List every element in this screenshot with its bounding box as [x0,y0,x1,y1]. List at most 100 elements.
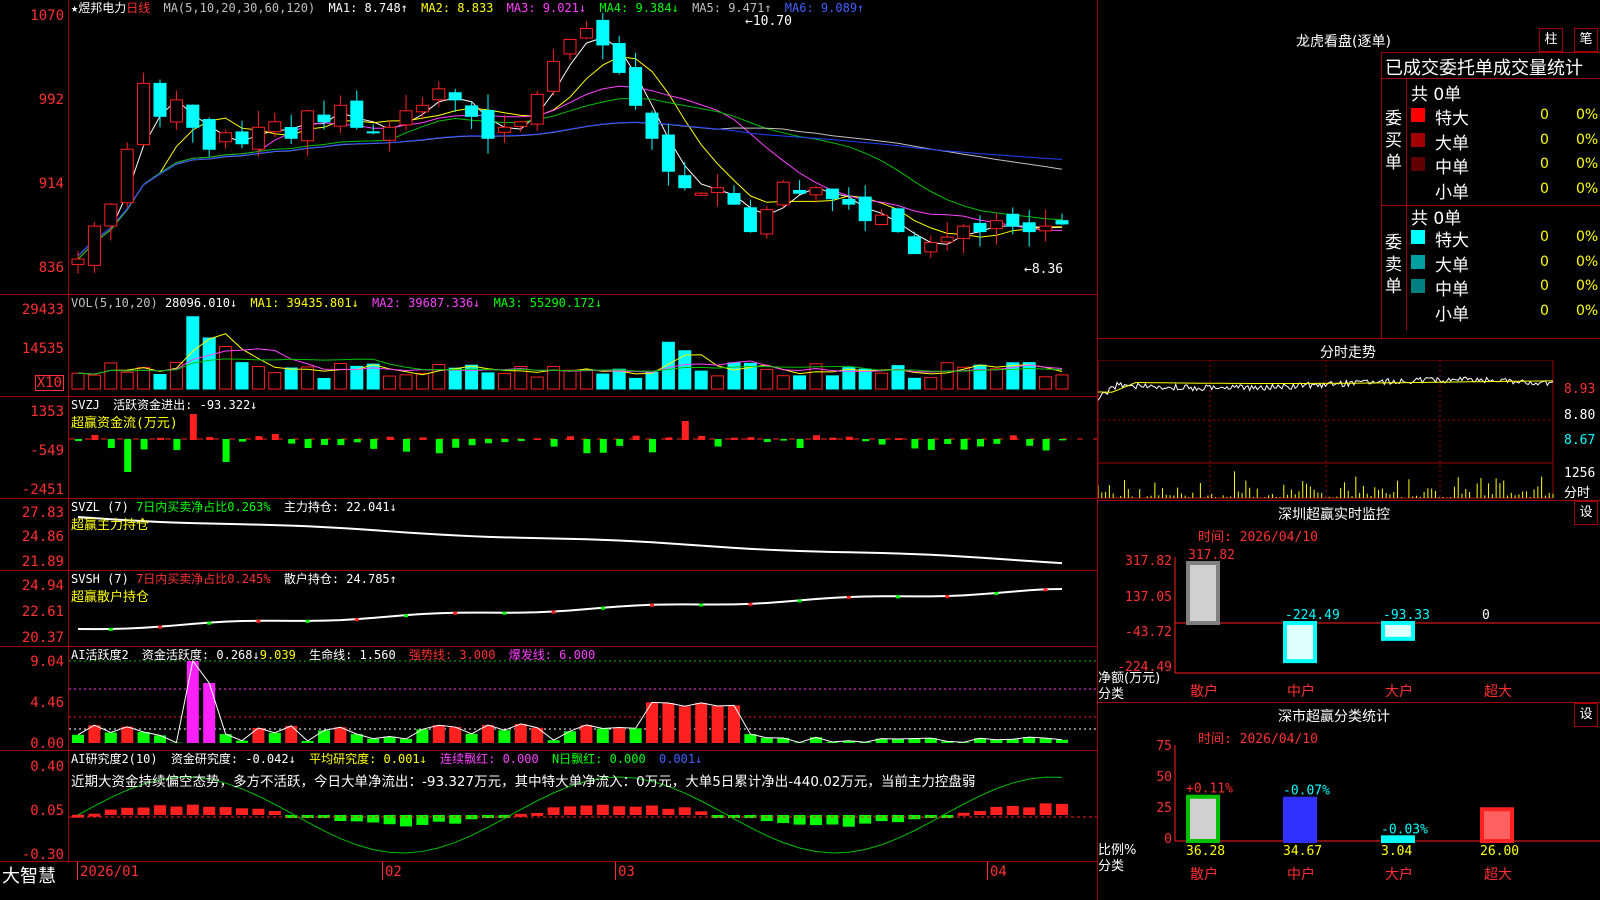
size-percent: 0% [1576,229,1599,245]
bar-mode-button[interactable]: 柱 [1539,28,1563,52]
candle [317,114,331,123]
ai-activity-panel[interactable]: 9.04 4.46 0.00 AI活跃度2 资金活跃度: 0.268↓9.039… [0,647,1098,751]
order-size-row: 小单 0 0% [1411,178,1600,203]
ratio-value-label: 3.04 [1381,844,1412,859]
fund-flow-chart[interactable] [69,397,1097,497]
flow-bar [239,439,246,442]
flow-bar [911,439,919,449]
order-size-row: 大单 0 0% [1411,129,1600,154]
volume-bar [1022,362,1036,390]
svzl-ratio: 7日内买卖净占比0.263% [136,500,271,514]
activity-bar [449,727,462,743]
activity-line [77,659,1063,744]
y-label: 21.89 [21,554,64,570]
svzj-subtitle: 超赢资金流(万元) [71,416,178,431]
period-label[interactable]: 日线 [126,1,150,15]
kline-panel[interactable]: 1070 992 914 836 ★煜邦电力日线 MA(5,10,20,30,6… [0,0,1098,295]
ratio-bar [1381,835,1415,843]
size-percent: 0% [1576,131,1599,148]
candle [497,126,511,133]
candle [432,88,446,101]
stock-name[interactable]: ★煜邦电力 [71,1,126,15]
svsh-panel[interactable]: 24.94 22.61 20.37 SVSH (7) 7日内买卖净占比0.245… [0,571,1098,647]
research-bar [859,815,872,824]
flow-bar [452,439,460,448]
research-bar [547,807,560,815]
ai2-b: 平均研究度: 0.001↓ [309,752,427,766]
size-percent: 0% [1576,107,1599,123]
research-bar [596,804,609,815]
flow-bar [173,439,181,451]
category-label: 超大 [1484,867,1512,883]
flow-bar [304,439,312,449]
svsh-hold: 散户持仓: 24.785↑ [283,572,397,586]
holding-line [77,516,1063,565]
research-bar [367,815,380,823]
svzl-hold: 主力持仓: 22.041↓ [283,500,397,514]
svzj-value: 活跃资金进出: -93.322↓ [113,398,258,412]
candle [989,220,1003,230]
flow-bar [288,439,296,444]
research-bar [121,807,134,815]
ai-activity-chart[interactable] [69,647,1097,749]
date-axis: 大智慧 2026/01 02 03 04 [0,862,1097,900]
flow-bar [189,414,197,440]
kline-header: ★煜邦电力日线 MA(5,10,20,30,60,120) MA1: 8.748… [71,1,870,15]
svzl-panel[interactable]: 27.83 24.86 21.89 SVZL (7) 7日内买卖净占比0.263… [0,499,1098,571]
brand-logo: 大智慧 [2,866,56,887]
high-marker: ←10.70 [745,14,792,29]
flow-bar [747,437,755,440]
volume-bar [825,375,839,390]
candlestick-chart[interactable] [69,2,1097,292]
sz-classify-panel: 深市超赢分类统计 设 时间: 2026/04/10 75 50 25 0 +0.11% 3… [1098,703,1600,900]
activity-bar [514,723,527,743]
order-size-row: 大单 0 0% [1411,251,1600,276]
stats-header: 已成交委托单成交量统计 [1385,58,1583,79]
volume-chart[interactable] [69,295,1097,395]
candle [153,82,167,117]
ai-activity-header: AI活跃度2 资金活跃度: 0.268↓9.039 生命线: 1.560 强势线… [71,648,601,662]
research-bar [1056,803,1068,815]
intraday-panel[interactable]: 分时走势 8.93 8.80 8.67 1256 分时 [1098,339,1600,501]
ai1-b: 9.039 [259,648,296,662]
ai-research-panel[interactable]: 0.40 0.05 -0.30 AI研究度2(10) 资金研究度: -0.042… [0,751,1098,862]
flow-bar [599,439,607,453]
order-size-row: 小单 0 0% [1411,300,1600,325]
activity-bar [72,734,84,743]
ai2-e: 0.001↓ [658,752,703,766]
candle [579,27,593,39]
volume-bar [153,373,167,390]
candle [1006,213,1020,227]
volume-bar [629,377,643,390]
volume-panel[interactable]: 29433 14535 X10 VOL(5,10,20) 28096.010↓ … [0,295,1098,397]
candle [957,225,971,239]
activity-bar [154,735,166,743]
candle [268,121,282,133]
y-label: 14535 [21,341,64,357]
ma4-value: MA4: 9.384↓ [599,1,679,15]
activity-bar [268,732,281,743]
research-bar [104,809,117,815]
candle [875,214,889,225]
ai1-d: 强势线: 3.000 [408,648,496,662]
flow-bar [501,439,509,443]
size-volume: 0 [1540,253,1549,270]
size-volume: 0 [1540,156,1549,172]
volume-bar [973,364,987,390]
monitor-y-label: -43.72 [1125,625,1172,640]
intraday-chart[interactable] [1098,360,1600,500]
activity-bar [203,683,216,743]
size-name: 小单 [1435,304,1469,325]
dragon-title: 龙虎看盘(逐单) [1296,34,1391,50]
ai-research-chart[interactable] [69,751,1097,861]
candle [415,104,429,113]
tick-mode-button[interactable]: 笔 [1574,28,1598,52]
svzj-panel[interactable]: 1353 -549 -2451 SVZJ 活跃资金进出: -93.322↓ 超赢… [0,397,1098,499]
size-volume: 0 [1540,131,1549,148]
volume-bar [448,367,462,390]
activity-bar [908,738,921,743]
research-bar [531,812,544,816]
holding-dot [797,599,802,603]
size-percent: 0% [1576,253,1599,270]
volume-unit: X10 [34,375,64,391]
